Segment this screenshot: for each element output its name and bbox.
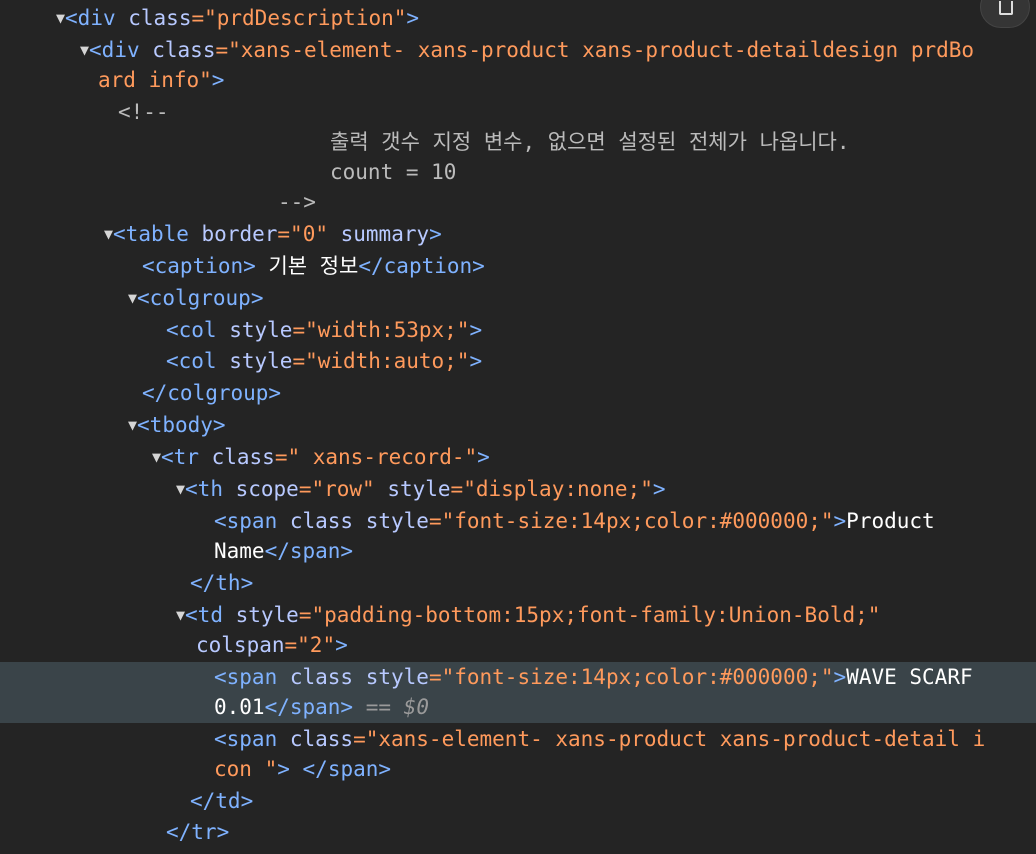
dom-node-td-close[interactable]: </td> <box>0 786 1036 817</box>
dom-node-span-product-name[interactable]: <span class style="font-size:14px;color:… <box>0 506 1036 537</box>
comment-open[interactable]: <!-- <box>0 97 1036 128</box>
dom-node-col[interactable]: <col style="width:53px;"> <box>0 315 1036 346</box>
dom-node-th-close[interactable]: </th> <box>0 568 1036 599</box>
dom-node-tr[interactable]: ▼<tr class=" xans-record-"> <box>0 442 1036 473</box>
comment-close: --> <box>278 190 316 214</box>
expand-toggle-icon[interactable]: ▼ <box>56 9 65 27</box>
dom-node-colgroup-close[interactable]: </colgroup> <box>0 378 1036 409</box>
expand-toggle-icon[interactable]: ▼ <box>152 448 161 466</box>
dom-node-div-xans-element-wrap: ard info"> <box>98 68 225 92</box>
dom-node-div-prd-description[interactable]: ▼<div class="prdDescription"> <box>0 3 1036 34</box>
dom-node-tbody[interactable]: ▼<tbody> <box>0 410 1036 441</box>
dom-node-span-icon[interactable]: <span class="xans-element- xans-product … <box>0 724 1036 755</box>
dom-node-span-wave-scarf-wrap[interactable]: 0.01</span> == $0 <box>0 692 1036 723</box>
comment-text: 출력 갯수 지정 변수, 없으면 설정된 전체가 나옵니다. <box>330 130 850 154</box>
comment-text: count = 10 <box>330 160 457 184</box>
expand-toggle-icon[interactable]: ▼ <box>104 225 113 243</box>
dom-node-td[interactable]: ▼<td style="padding-bottom:15px;font-fam… <box>0 600 1036 631</box>
dom-node-span-wave-scarf-selected[interactable]: <span class style="font-size:14px;color:… <box>0 662 1036 692</box>
dom-node-tr-close[interactable]: </tr> <box>0 817 1036 848</box>
dom-node-span-product-name-wrap: Name</span> <box>214 539 354 563</box>
dom-node-colgroup[interactable]: ▼<colgroup> <box>0 283 1036 314</box>
elements-panel: ▼<div class="prdDescription"> ▼<div clas… <box>0 0 1036 854</box>
expand-toggle-icon[interactable]: ▼ <box>176 606 185 624</box>
dom-node-div-xans-element[interactable]: ▼<div class="xans-element- xans-product … <box>0 35 1036 66</box>
dom-node-td-wrap: colspan="2"> <box>196 633 348 657</box>
dom-node-span-icon-wrap: con "> </span> <box>214 757 392 781</box>
dom-node-th[interactable]: ▼<th scope="row" style="display:none;"> <box>0 474 1036 505</box>
dom-node-caption[interactable]: <caption> 기본 정보</caption> <box>0 251 1036 282</box>
expand-toggle-icon[interactable]: ▼ <box>80 41 89 59</box>
dom-node-col[interactable]: <col style="width:auto;"> <box>0 346 1036 377</box>
expand-toggle-icon[interactable]: ▼ <box>128 289 137 307</box>
expand-toggle-icon[interactable]: ▼ <box>128 416 137 434</box>
expand-toggle-icon[interactable]: ▼ <box>176 480 185 498</box>
dom-node-table[interactable]: ▼<table border="0" summary> <box>0 219 1036 250</box>
